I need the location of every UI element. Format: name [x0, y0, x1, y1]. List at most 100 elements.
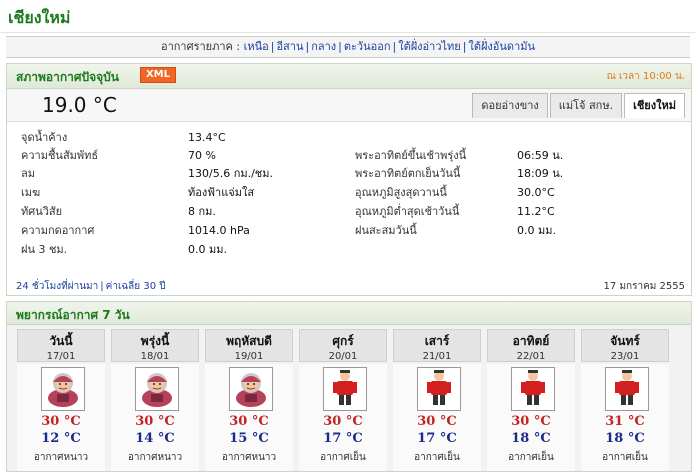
forecast-day-body: 30 °C 12 °C อากาศหนาว — [17, 364, 105, 471]
forecast-day: พรุ่งนี้ 18/01 30 °C 14 °C อากาศหนาว — [111, 329, 199, 471]
pressure-value: 1014.0 hPa — [188, 224, 250, 237]
region-link-central[interactable]: กลาง — [311, 40, 336, 53]
forecast-low-temp: 17 °C — [323, 431, 363, 446]
separator: | — [462, 40, 467, 53]
forecast-day-name: วันนี้ — [49, 334, 73, 348]
update-time: ณ เวลา 10:00 น. — [606, 71, 685, 82]
cold-grandma-icon — [41, 367, 85, 411]
forecast-panel: พยากรณ์อากาศ 7 วัน วันนี้ 17/01 30 °C 12 °C… — [6, 301, 692, 472]
forecast-title: พยากรณ์อากาศ 7 วัน — [16, 308, 130, 322]
forecast-high-temp: 30 °C — [511, 414, 551, 429]
forecast-high-temp: 30 °C — [323, 414, 363, 429]
separator: | — [305, 40, 310, 53]
forecast-day-date: 20/01 — [328, 351, 358, 362]
forecast-day-body: 30 °C 17 °C อากาศเย็น — [393, 364, 481, 471]
forecast-condition: อากาศเย็น — [414, 452, 460, 463]
separator: | — [100, 281, 104, 292]
forecast-low-temp: 14 °C — [135, 431, 175, 446]
wind-value: 130/5.6 กม./ชม. — [188, 167, 274, 180]
region-nav-label: อากาศรายภาค : — [160, 40, 241, 53]
forecast-low-temp: 12 °C — [41, 431, 81, 446]
max-temp-label: อุณหภูมิสูงสุดวานนี้ — [355, 186, 447, 199]
region-link-south-andaman[interactable]: ใต้ฝั่งอันดามัน — [468, 40, 535, 53]
tab-doi-ang-khang[interactable]: ดอยอ่างขาง — [472, 93, 548, 118]
forecast-condition: อากาศเย็น — [508, 452, 554, 463]
region-link-north[interactable]: เหนือ — [244, 40, 269, 53]
dew-point-label: จุดน้ำค้าง — [21, 131, 68, 144]
forecast-day-name: เสาร์ — [424, 334, 450, 348]
forecast-day-body: 30 °C 17 °C อากาศเย็น — [299, 364, 387, 471]
forecast-day-date: 22/01 — [516, 351, 546, 362]
forecast-high-temp: 31 °C — [605, 414, 645, 429]
forecast-day-header: พรุ่งนี้ 18/01 — [111, 329, 199, 362]
forecast-low-temp: 15 °C — [229, 431, 269, 446]
forecast-condition: อากาศเย็น — [602, 452, 648, 463]
cool-man-icon — [417, 367, 461, 411]
forecast-low-temp: 18 °C — [605, 431, 645, 446]
forecast-day-body: 30 °C 15 °C อากาศหนาว — [205, 364, 293, 471]
last-24h-link[interactable]: 24 ชั่วโมงที่ผ่านมา — [16, 281, 98, 292]
forecast-high-temp: 30 °C — [41, 414, 81, 429]
region-nav: อากาศรายภาค : เหนือ | อีสาน | กลาง | ตะวันออก |… — [6, 36, 690, 58]
page-title: เชียงใหม่ — [8, 8, 71, 27]
current-weather-panel: สภาพอากาศปัจจุบัน XML ณ เวลา 10:00 น. 19… — [6, 63, 692, 296]
region-link-south-gulf[interactable]: ใต้ฝั่งอ่าวไทย — [398, 40, 461, 53]
forecast-day-header: เสาร์ 21/01 — [393, 329, 481, 362]
forecast-condition: อากาศเย็น — [320, 452, 366, 463]
forecast-day: พฤหัสบดี 19/01 30 °C 15 °C อากาศหนาว — [205, 329, 293, 471]
region-link-northeast[interactable]: อีสาน — [276, 40, 303, 53]
region-link-east[interactable]: ตะวันออก — [344, 40, 391, 53]
forecast-day-date: 23/01 — [610, 351, 640, 362]
forecast-days: วันนี้ 17/01 30 °C 12 °C อากาศหนาว พรุ่งนี้ 18… — [17, 329, 681, 471]
max-temp-value: 30.0°C — [517, 186, 555, 199]
cold-grandma-icon — [229, 367, 273, 411]
pressure-label: ความกดอากาศ — [21, 224, 95, 237]
forecast-low-temp: 17 °C — [417, 431, 457, 446]
temperature-row: 19.0 °C ดอยอ่างขาง แม่โจ้ สกษ. เชียงใหม่ — [7, 89, 691, 122]
weather-details: จุดน้ำค้าง 13.4°C ความชื้นสัมพัทธ์ 70 % … — [7, 126, 691, 261]
forecast-day-date: 18/01 — [140, 351, 170, 362]
forecast-day-header: พฤหัสบดี 19/01 — [205, 329, 293, 362]
forecast-day: จันทร์ 23/01 31 °C 18 °C อากาศเย็น — [581, 329, 669, 471]
forecast-day-date: 17/01 — [46, 351, 76, 362]
title-bar: เชียงใหม่ — [0, 0, 696, 33]
wind-label: ลม — [21, 167, 35, 180]
cloud-label: เมฆ — [21, 186, 41, 199]
tab-mae-jo[interactable]: แม่โจ้ สกษ. — [549, 93, 623, 118]
forecast-day-name: จันทร์ — [610, 334, 640, 348]
sunrise-value: 06:59 น. — [517, 149, 564, 162]
avg-30y-link[interactable]: ค่าเฉลี่ย 30 ปี — [106, 281, 166, 292]
rain-3h-label: ฝน 3 ชม. — [21, 243, 68, 256]
history-links: 24 ชั่วโมงที่ผ่านมา | ค่าเฉลี่ย 30 ปี — [16, 279, 166, 294]
min-temp-value: 11.2°C — [517, 205, 555, 218]
humidity-value: 70 % — [188, 149, 216, 162]
separator: | — [392, 40, 397, 53]
forecast-day: ศุกร์ 20/01 30 °C 17 °C อากาศเย็น — [299, 329, 387, 471]
forecast-header: พยากรณ์อากาศ 7 วัน — [7, 302, 691, 325]
forecast-high-temp: 30 °C — [417, 414, 457, 429]
separator: | — [270, 40, 275, 53]
cool-man-icon — [323, 367, 367, 411]
forecast-day-name: อาทิตย์ — [512, 334, 550, 348]
rain-today-label: ฝนสะสมวันนี้ — [355, 224, 417, 237]
forecast-condition: อากาศหนาว — [33, 452, 89, 463]
forecast-day-body: 30 °C 14 °C อากาศหนาว — [111, 364, 199, 471]
cold-grandma-icon — [135, 367, 179, 411]
forecast-day-body: 31 °C 18 °C อากาศเย็น — [581, 364, 669, 471]
forecast-day-name: ศุกร์ — [332, 334, 354, 348]
separator: | — [338, 40, 342, 53]
station-tabs: ดอยอ่างขาง แม่โจ้ สกษ. เชียงใหม่ — [470, 93, 685, 119]
xml-feed-button[interactable]: XML — [140, 67, 176, 83]
humidity-label: ความชื้นสัมพัทธ์ — [21, 149, 99, 162]
forecast-day-date: 19/01 — [234, 351, 264, 362]
cloud-value: ท้องฟ้าแจ่มใส — [188, 186, 255, 199]
tab-chiang-mai[interactable]: เชียงใหม่ — [624, 93, 685, 118]
forecast-condition: อากาศหนาว — [127, 452, 183, 463]
forecast-day-header: อาทิตย์ 22/01 — [487, 329, 575, 362]
current-weather-title: สภาพอากาศปัจจุบัน — [16, 70, 119, 84]
forecast-day-name: พรุ่งนี้ — [140, 334, 170, 348]
visibility-value: 8 กม. — [188, 205, 216, 218]
forecast-day-date: 21/01 — [422, 351, 452, 362]
sunset-value: 18:09 น. — [517, 167, 564, 180]
forecast-low-temp: 18 °C — [511, 431, 551, 446]
